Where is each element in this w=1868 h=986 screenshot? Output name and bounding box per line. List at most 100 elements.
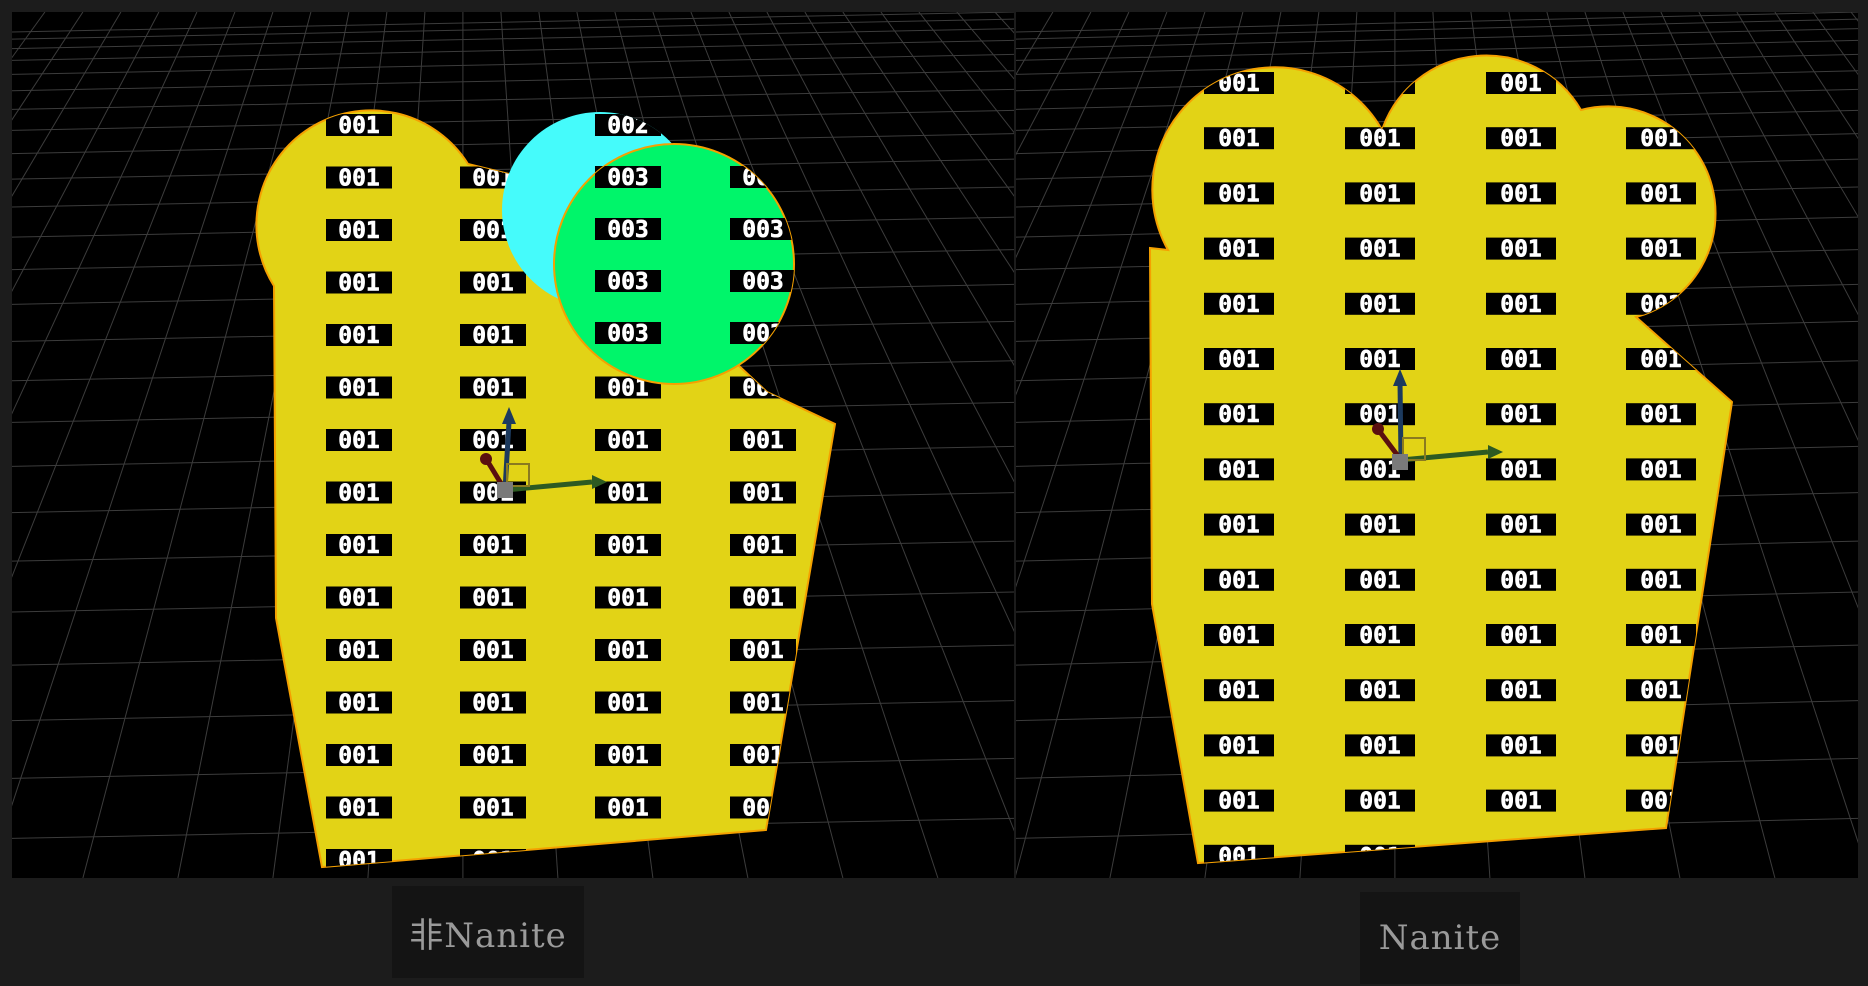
label-001: 001: [742, 376, 784, 402]
label-001: 001: [472, 586, 514, 612]
label-001: 001: [1500, 126, 1542, 152]
label-001: 001: [1500, 789, 1542, 815]
label-001: 001: [472, 638, 514, 664]
label-001: 001: [1640, 568, 1682, 594]
label-001: 001: [338, 323, 380, 349]
label-001: 001: [1218, 71, 1260, 97]
label-001: 001: [1500, 292, 1542, 318]
label-001: 001: [1500, 237, 1542, 263]
label-001: 001: [338, 743, 380, 769]
label-001: 001: [742, 848, 784, 874]
label-001: 001: [338, 796, 380, 822]
label-001: 001: [338, 481, 380, 507]
label-001: 001: [1359, 733, 1401, 759]
label-001: 001: [1500, 623, 1542, 649]
label-001: 001: [338, 113, 380, 139]
label-001: 001: [607, 481, 649, 507]
label-001: 001: [607, 848, 649, 874]
label-001: 001: [742, 796, 784, 822]
label-001: 001: [1640, 678, 1682, 704]
viewport-non-nanite[interactable]: 001 001 001 001 001 001 001 001 001 001 001 001 001 0…: [12, 12, 1014, 878]
label-003: 003: [607, 165, 649, 191]
label-001: 001: [1359, 789, 1401, 815]
label-001: 001: [472, 796, 514, 822]
label-001: 001: [1640, 237, 1682, 263]
label-001: 001: [1500, 844, 1542, 870]
label-001: 001: [1500, 457, 1542, 483]
label-001: 001: [338, 691, 380, 717]
label-001: 001: [1640, 181, 1682, 207]
label-001-box: [460, 114, 526, 136]
label-001: 001: [1359, 181, 1401, 207]
label-001: 001: [742, 586, 784, 612]
label-001: 001: [607, 796, 649, 822]
label-001: 001: [1500, 71, 1542, 97]
label-001: 001: [1359, 513, 1401, 539]
label-001: 001: [338, 533, 380, 559]
label-001: 001: [1218, 126, 1260, 152]
label-001: 001: [1359, 347, 1401, 373]
label-001: 001: [1640, 402, 1682, 428]
label-001: 001: [1359, 237, 1401, 263]
label-001: 001: [1218, 292, 1260, 318]
label-001: 001: [1218, 568, 1260, 594]
label-001: 001: [338, 218, 380, 244]
label-001: 001: [1640, 126, 1682, 152]
label-001: 001: [1640, 623, 1682, 649]
label-001: 001: [472, 271, 514, 297]
label-001: 001: [607, 428, 649, 454]
label-001-box: [730, 114, 796, 136]
label-001: 001: [607, 533, 649, 559]
label-003: 003: [742, 269, 784, 295]
label-001: 001: [1500, 181, 1542, 207]
label-001: 001: [472, 376, 514, 402]
label-001: 001: [607, 743, 649, 769]
mesh-003-group: 003 003003 003003 003003 003: [553, 143, 795, 385]
label-003: 003: [607, 269, 649, 295]
label-001: 001: [1218, 678, 1260, 704]
label-001: 001: [338, 638, 380, 664]
label-001: 001: [472, 743, 514, 769]
label-001: 001: [1640, 789, 1682, 815]
label-001: 001: [607, 691, 649, 717]
label-001: 001: [1218, 513, 1260, 539]
label-001: 001: [1359, 568, 1401, 594]
label-001: 001: [742, 638, 784, 664]
label-001: 001: [1218, 789, 1260, 815]
label-001: 001: [1500, 568, 1542, 594]
label-001: 001: [1359, 126, 1401, 152]
label-001: 001: [742, 533, 784, 559]
label-001: 001: [1640, 733, 1682, 759]
label-001: 001: [338, 376, 380, 402]
label-001-box: [1486, 844, 1556, 864]
label-001: 001: [1500, 347, 1542, 373]
viewport-caption-non-nanite: 非Nanite: [392, 886, 584, 978]
label-001: 001: [1500, 402, 1542, 428]
label-001: 001: [1218, 237, 1260, 263]
label-001: 001: [1359, 678, 1401, 704]
label-001: 001: [1218, 457, 1260, 483]
viewport-nanite[interactable]: 001 001 001 001 001 001 001 001 001 001 001 001 001 0…: [1016, 12, 1858, 878]
label-001: 001: [1640, 513, 1682, 539]
label-001: 001: [1359, 623, 1401, 649]
label-001: 001: [742, 691, 784, 717]
label-001: 001: [742, 428, 784, 454]
label-001: 001: [338, 848, 380, 874]
label-001: 001: [472, 691, 514, 717]
label-003: 003: [607, 217, 649, 243]
scene-nanite: 001 001 001 001 001 001 001 001 001 001 001 001 001 0…: [1016, 12, 1858, 878]
label-001: 001: [338, 586, 380, 612]
label-001: 001: [338, 166, 380, 192]
label-001: 001: [1218, 623, 1260, 649]
label-003: 003: [607, 321, 649, 347]
label-001: 001: [607, 638, 649, 664]
label-001: 001: [742, 481, 784, 507]
label-001: 001: [1218, 347, 1260, 373]
label-001: 001: [1218, 181, 1260, 207]
label-001: 001: [1218, 844, 1260, 870]
label-001-box: [1626, 844, 1696, 864]
label-001: 001: [1500, 733, 1542, 759]
label-001: 001: [472, 533, 514, 559]
label-001: 001: [1500, 678, 1542, 704]
label-001: 001: [1359, 292, 1401, 318]
